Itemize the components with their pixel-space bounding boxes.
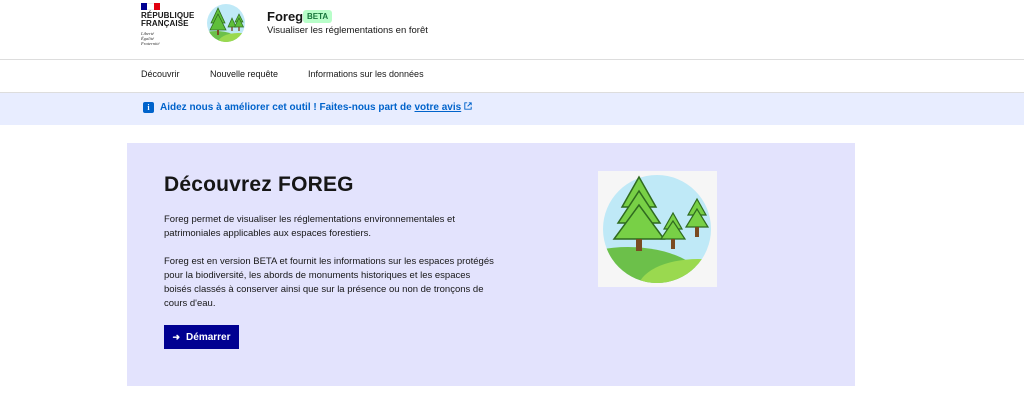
start-button-label: Démarrer — [186, 331, 231, 343]
republique-francaise-logo[interactable]: RÉPUBLIQUE FRANÇAISE Liberté Égalité Fra… — [141, 3, 201, 46]
start-button[interactable]: ➜ Démarrer — [164, 325, 239, 349]
hero-paragraph-2: Foreg est en version BETA et fournit les… — [164, 256, 494, 309]
external-link-icon — [464, 102, 472, 110]
site-tagline: Visualiser les réglementations en forêt — [267, 25, 428, 36]
nav-item-informations-donnees[interactable]: Informations sur les données — [308, 69, 424, 79]
forest-logo-icon[interactable] — [206, 3, 246, 43]
hero-paragraph-1: Foreg permet de visualiser les réglement… — [164, 214, 455, 239]
notice-message: Aidez nous à améliorer cet outil ! Faite… — [160, 102, 472, 113]
flag-icon — [141, 3, 160, 10]
site-header: RÉPUBLIQUE FRANÇAISE Liberté Égalité Fra… — [0, 0, 1024, 60]
beta-badge: BETA — [303, 10, 333, 23]
hero-title: Découvrez FOREG — [164, 173, 354, 196]
motto-fraternite: Fraternité — [141, 41, 160, 46]
info-icon: i — [143, 102, 154, 113]
main-navigation: Découvrir Nouvelle requête Informations … — [0, 60, 1024, 93]
forest-illustration — [598, 171, 717, 287]
nav-item-decouvrir[interactable]: Découvrir — [141, 69, 180, 79]
feedback-link[interactable]: votre avis — [415, 102, 473, 113]
forest-illustration-icon — [603, 175, 711, 283]
nav-item-nouvelle-requete[interactable]: Nouvelle requête — [210, 69, 278, 79]
site-name[interactable]: Foreg — [267, 9, 303, 24]
republic-line-2: FRANÇAISE — [141, 19, 189, 28]
notice-text: Aidez nous à améliorer cet outil ! Faite… — [160, 102, 415, 113]
hero-card: Découvrez FOREG Foreg permet de visualis… — [127, 143, 855, 386]
feedback-notice: i Aidez nous à améliorer cet outil ! Fai… — [0, 93, 1024, 125]
feedback-link-label: votre avis — [414, 102, 462, 113]
arrow-right-icon: ➜ — [172, 331, 181, 342]
